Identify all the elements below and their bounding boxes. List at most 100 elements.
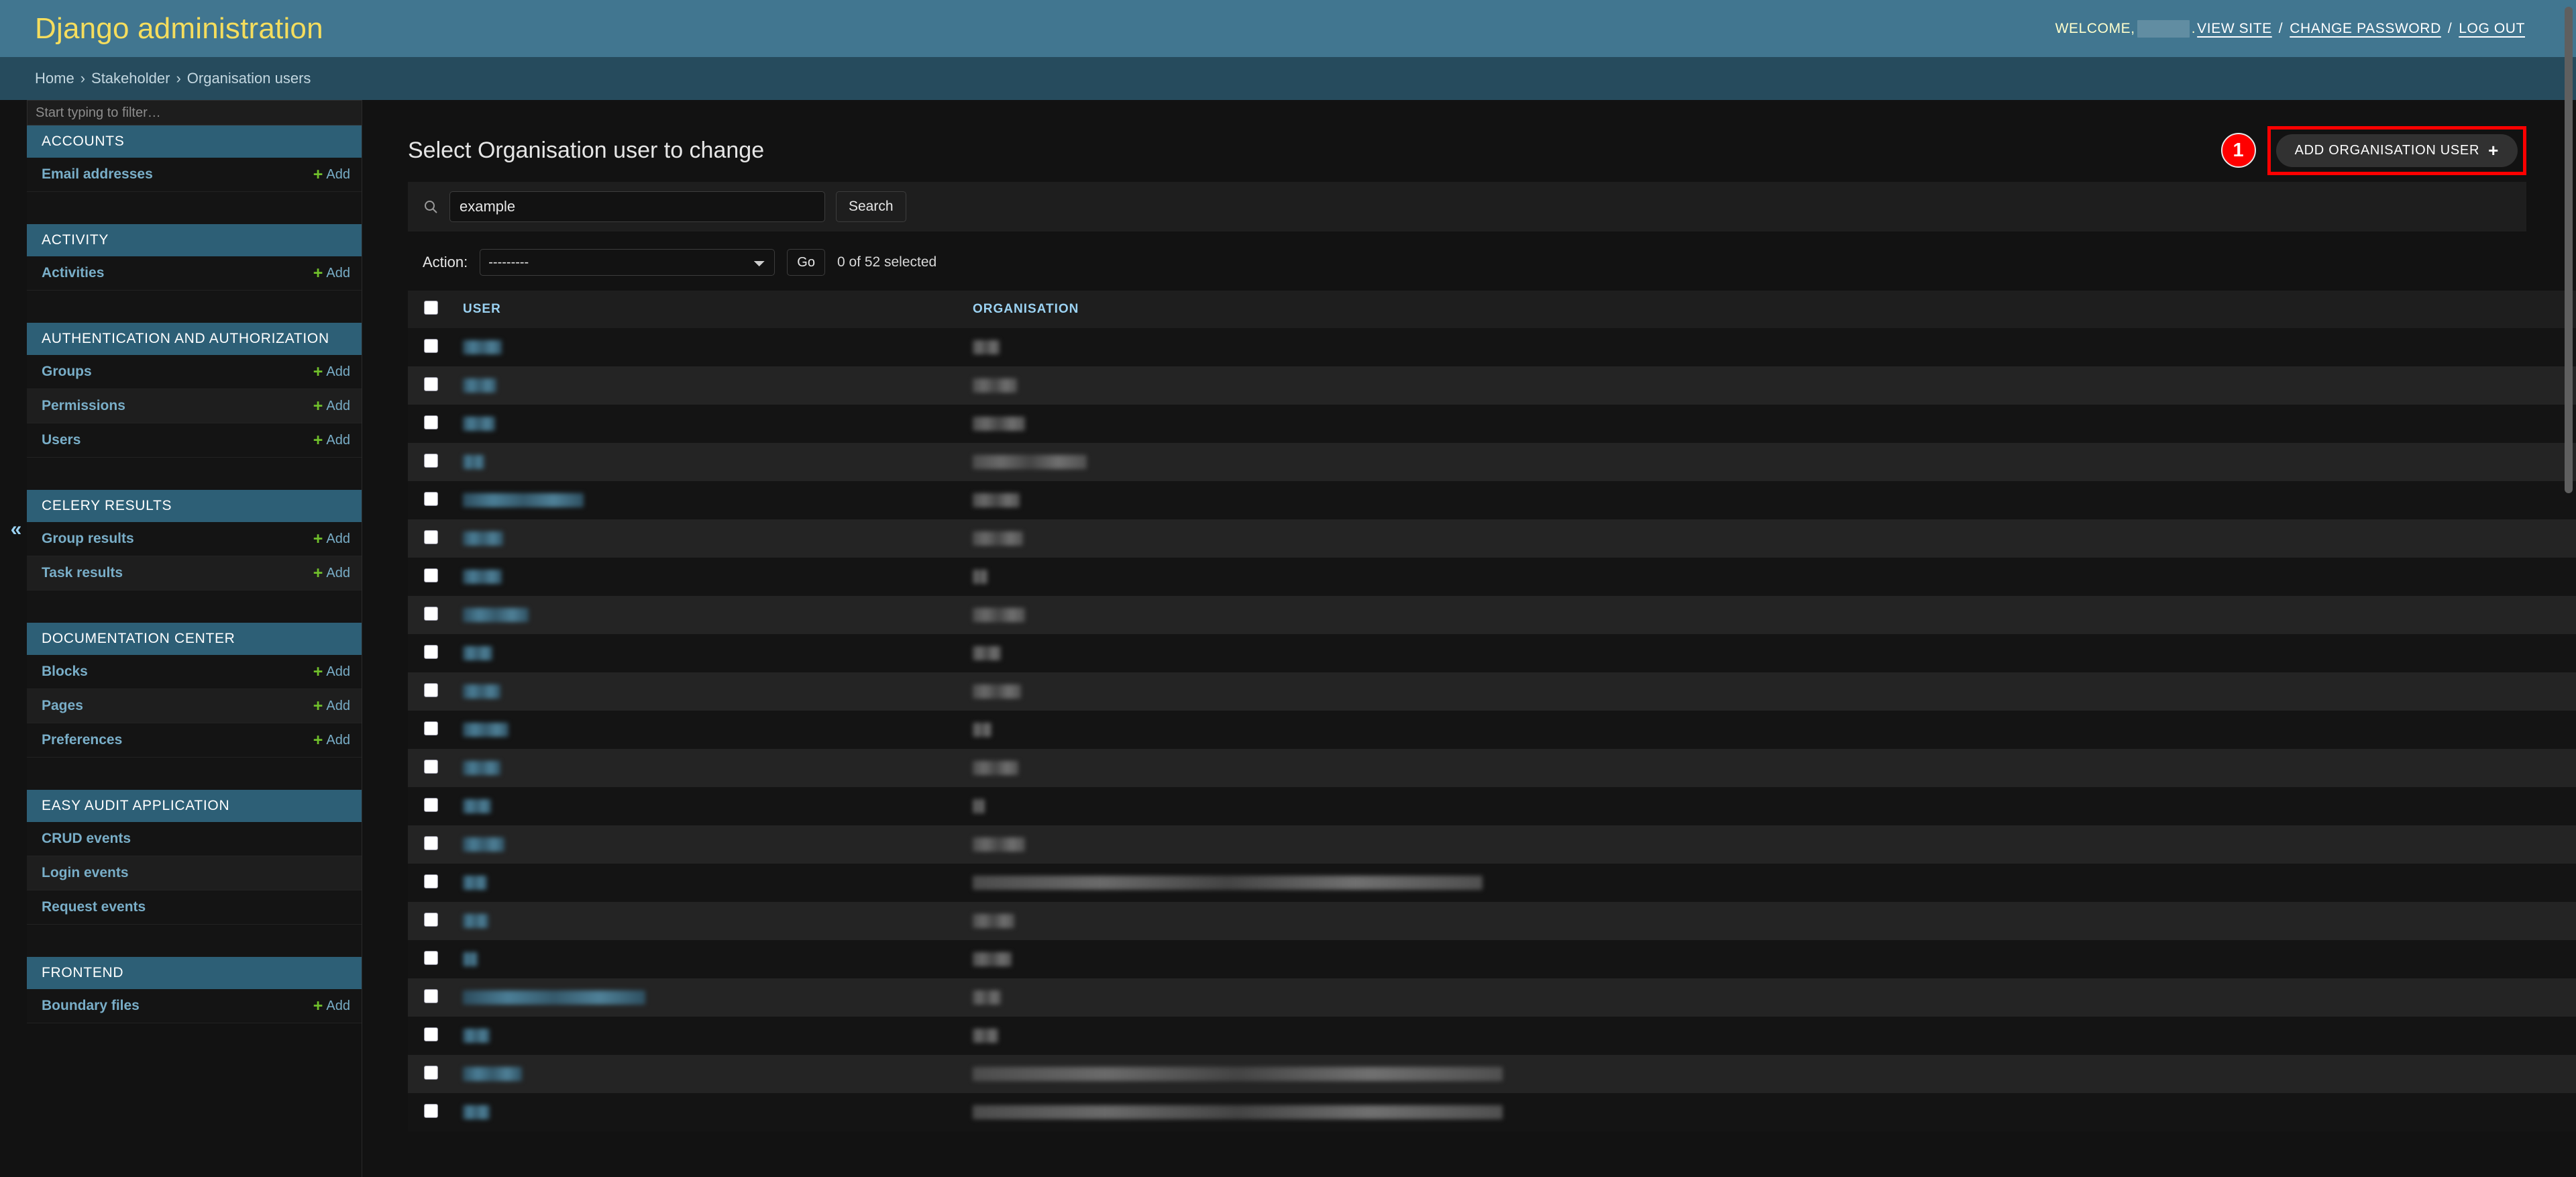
cell-user[interactable] bbox=[463, 1093, 973, 1131]
cell-user[interactable] bbox=[463, 978, 973, 1017]
sidebar-item-activities[interactable]: Activities + Add bbox=[27, 256, 362, 291]
cell-user[interactable] bbox=[463, 634, 973, 672]
table-row[interactable] bbox=[408, 749, 2576, 787]
select-all-checkbox[interactable] bbox=[424, 300, 438, 315]
row-checkbox[interactable] bbox=[424, 682, 438, 697]
table-row[interactable] bbox=[408, 328, 2576, 366]
sidebar-item-users[interactable]: Users + Add bbox=[27, 423, 362, 458]
cell-user[interactable] bbox=[463, 672, 973, 711]
sidebar-item-login-events[interactable]: Login events bbox=[27, 856, 362, 890]
sidebar-add-link[interactable]: + Add bbox=[313, 265, 350, 282]
sidebar-item-label[interactable]: Permissions bbox=[42, 398, 125, 414]
row-checkbox[interactable] bbox=[424, 797, 438, 812]
page-scrollbar-track[interactable] bbox=[2561, 0, 2576, 1177]
table-row[interactable] bbox=[408, 596, 2576, 634]
sidebar-add-link[interactable]: + Add bbox=[313, 166, 350, 183]
sidebar-add-link[interactable]: + Add bbox=[313, 998, 350, 1015]
cell-user[interactable] bbox=[463, 940, 973, 978]
sidebar-item-blocks[interactable]: Blocks + Add bbox=[27, 655, 362, 689]
breadcrumb-stakeholder[interactable]: Stakeholder bbox=[91, 70, 170, 87]
sidebar-item-group-results[interactable]: Group results + Add bbox=[27, 522, 362, 556]
action-go-button[interactable]: Go bbox=[787, 249, 825, 276]
table-row[interactable] bbox=[408, 825, 2576, 864]
sidebar-item-label[interactable]: Email addresses bbox=[42, 166, 153, 183]
cell-user[interactable] bbox=[463, 864, 973, 902]
sidebar-item-pages[interactable]: Pages + Add bbox=[27, 689, 362, 723]
sidebar-add-link[interactable]: + Add bbox=[313, 432, 350, 449]
sidebar-item-label[interactable]: Users bbox=[42, 432, 80, 448]
row-checkbox[interactable] bbox=[424, 1103, 438, 1118]
action-select[interactable]: --------- bbox=[480, 249, 775, 276]
sidebar-item-label[interactable]: Boundary files bbox=[42, 998, 140, 1014]
sidebar-item-label[interactable]: Pages bbox=[42, 698, 83, 714]
cell-user[interactable] bbox=[463, 1055, 973, 1093]
table-row[interactable] bbox=[408, 519, 2576, 558]
sidebar-add-link[interactable]: + Add bbox=[313, 698, 350, 715]
sidebar-add-link[interactable]: + Add bbox=[313, 531, 350, 548]
cell-user[interactable] bbox=[463, 711, 973, 749]
row-checkbox[interactable] bbox=[424, 644, 438, 659]
cell-user[interactable] bbox=[463, 749, 973, 787]
sidebar-item-boundary-files[interactable]: Boundary files + Add bbox=[27, 989, 362, 1023]
breadcrumb-home[interactable]: Home bbox=[35, 70, 74, 87]
cell-user[interactable] bbox=[463, 596, 973, 634]
table-row[interactable] bbox=[408, 864, 2576, 902]
table-row[interactable] bbox=[408, 481, 2576, 519]
table-row[interactable] bbox=[408, 1093, 2576, 1131]
change-password-link[interactable]: CHANGE PASSWORD bbox=[2290, 21, 2441, 37]
row-checkbox[interactable] bbox=[424, 568, 438, 582]
cell-user[interactable] bbox=[463, 481, 973, 519]
sidebar-item-email-addresses[interactable]: Email addresses + Add bbox=[27, 158, 362, 192]
cell-user[interactable] bbox=[463, 902, 973, 940]
sidebar-add-link[interactable]: + Add bbox=[313, 732, 350, 749]
cell-user[interactable] bbox=[463, 1017, 973, 1055]
row-checkbox[interactable] bbox=[424, 606, 438, 621]
sidebar-add-link[interactable]: + Add bbox=[313, 664, 350, 680]
table-row[interactable] bbox=[408, 634, 2576, 672]
sidebar-item-label[interactable]: Task results bbox=[42, 565, 123, 581]
sidebar-item-label[interactable]: Blocks bbox=[42, 664, 88, 680]
sidebar-item-permissions[interactable]: Permissions + Add bbox=[27, 389, 362, 423]
sidebar-item-label[interactable]: Login events bbox=[42, 865, 129, 881]
table-row[interactable] bbox=[408, 711, 2576, 749]
table-row[interactable] bbox=[408, 672, 2576, 711]
column-header-organisation[interactable]: ORGANISATION bbox=[973, 291, 2576, 328]
sidebar-item-crud-events[interactable]: CRUD events bbox=[27, 822, 362, 856]
sidebar-item-request-events[interactable]: Request events bbox=[27, 890, 362, 925]
row-checkbox[interactable] bbox=[424, 874, 438, 888]
sidebar-item-label[interactable]: Group results bbox=[42, 531, 134, 547]
row-checkbox[interactable] bbox=[424, 338, 438, 353]
sidebar-item-label[interactable]: CRUD events bbox=[42, 831, 131, 847]
row-checkbox[interactable] bbox=[424, 912, 438, 927]
sidebar-add-link[interactable]: + Add bbox=[313, 565, 350, 582]
row-checkbox[interactable] bbox=[424, 415, 438, 429]
row-checkbox[interactable] bbox=[424, 721, 438, 735]
row-checkbox[interactable] bbox=[424, 376, 438, 391]
row-checkbox[interactable] bbox=[424, 988, 438, 1003]
table-row[interactable] bbox=[408, 1017, 2576, 1055]
sidebar-item-label[interactable]: Activities bbox=[42, 265, 104, 281]
sidebar-item-task-results[interactable]: Task results + Add bbox=[27, 556, 362, 591]
cell-user[interactable] bbox=[463, 787, 973, 825]
sidebar-add-link[interactable]: + Add bbox=[313, 398, 350, 415]
row-checkbox[interactable] bbox=[424, 491, 438, 506]
sidebar-item-preferences[interactable]: Preferences + Add bbox=[27, 723, 362, 758]
log-out-link[interactable]: LOG OUT bbox=[2459, 21, 2525, 37]
cell-user[interactable] bbox=[463, 443, 973, 481]
cell-user[interactable] bbox=[463, 825, 973, 864]
sidebar-item-label[interactable]: Preferences bbox=[42, 732, 122, 748]
row-checkbox[interactable] bbox=[424, 1027, 438, 1041]
view-site-link[interactable]: VIEW SITE bbox=[2197, 21, 2272, 37]
cell-user[interactable] bbox=[463, 519, 973, 558]
cell-user[interactable] bbox=[463, 405, 973, 443]
column-header-user[interactable]: USER bbox=[463, 291, 973, 328]
table-row[interactable] bbox=[408, 940, 2576, 978]
table-row[interactable] bbox=[408, 1055, 2576, 1093]
page-scrollbar-thumb[interactable] bbox=[2565, 7, 2573, 493]
row-checkbox[interactable] bbox=[424, 529, 438, 544]
table-row[interactable] bbox=[408, 366, 2576, 405]
sidebar-filter-input[interactable] bbox=[27, 100, 362, 125]
cell-user[interactable] bbox=[463, 366, 973, 405]
table-row[interactable] bbox=[408, 787, 2576, 825]
row-checkbox[interactable] bbox=[424, 759, 438, 774]
